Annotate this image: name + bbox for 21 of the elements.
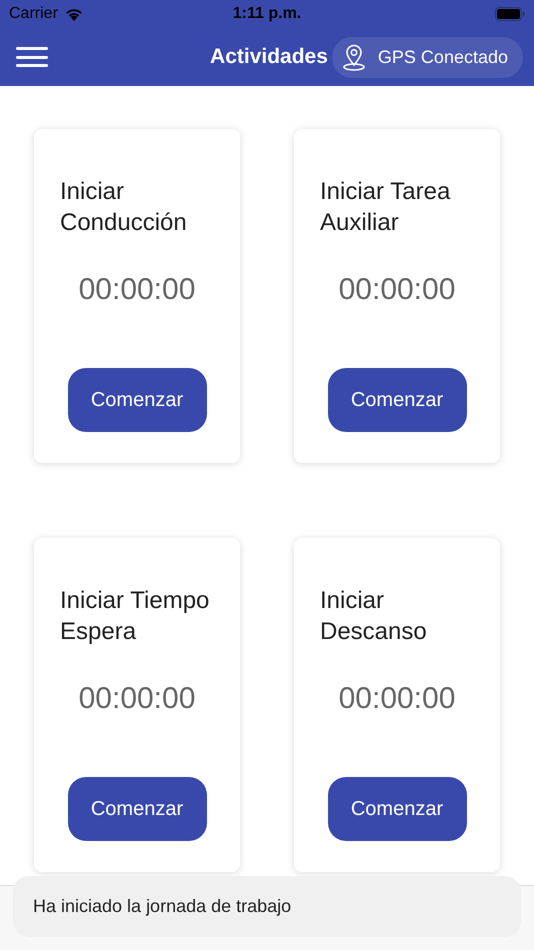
activity-title: Iniciar Tiempo Espera	[60, 586, 210, 647]
activity-title: Iniciar Descanso	[320, 586, 428, 647]
wifi-icon	[64, 7, 84, 21]
activity-timer: 00:00:00	[78, 681, 196, 717]
menu-button[interactable]	[16, 45, 48, 69]
start-button[interactable]: Comenzar	[328, 368, 466, 432]
screen-title: Actividades	[210, 44, 328, 70]
status-toast: Ha iniciado la jornada de trabajo	[13, 876, 521, 937]
carrier-label: Carrier	[9, 4, 58, 24]
activity-timer: 00:00:00	[78, 272, 196, 308]
start-button[interactable]: Comenzar	[68, 368, 206, 432]
location-pin-icon	[342, 43, 366, 71]
activity-title: Iniciar Tarea Auxiliar	[320, 177, 452, 238]
gps-status-label: GPS Conectado	[378, 46, 508, 68]
activity-timer: 00:00:00	[338, 272, 456, 308]
battery-icon	[495, 7, 525, 21]
activity-title: Iniciar Conducción	[60, 177, 188, 238]
clock-label: 1:11 p.m.	[232, 4, 302, 24]
activity-timer: 00:00:00	[338, 681, 456, 717]
start-button[interactable]: Comenzar	[328, 777, 466, 841]
start-button[interactable]: Comenzar	[68, 777, 206, 841]
